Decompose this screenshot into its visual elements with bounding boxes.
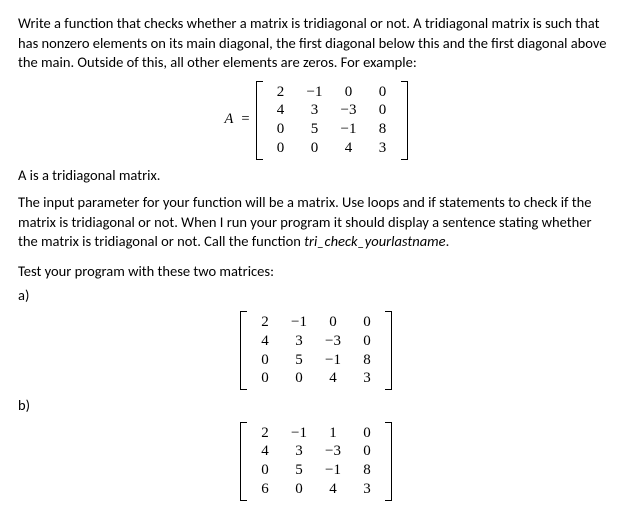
matrix-cell: 0 — [316, 313, 350, 332]
matrix-cell: 0 — [264, 139, 298, 158]
matrix-row: 0 5 −1 8 — [248, 461, 384, 480]
matrix-cell: 2 — [248, 313, 282, 332]
matrix-cell: −3 — [332, 101, 366, 120]
matrix-cell: 4 — [332, 139, 366, 158]
matrix-cell: 0 — [366, 101, 400, 120]
matrix-cell: 1 — [316, 424, 350, 443]
matrix-cell: −1 — [332, 120, 366, 139]
matrix-cell: 3 — [350, 480, 384, 499]
example-matrix: 2 −1 0 0 4 3 −3 0 0 5 −1 8 0 0 4 3 — [256, 81, 408, 160]
matrix-b-block: 2 −1 1 0 4 3 −3 0 0 5 −1 8 6 0 4 3 — [18, 422, 614, 501]
matrix-cell: 2 — [264, 83, 298, 102]
matrix-cell: 8 — [350, 461, 384, 480]
matrix-row: 0 5 −1 8 — [248, 351, 384, 370]
matrix-cell: −1 — [298, 83, 332, 102]
matrix-cell: −3 — [316, 442, 350, 461]
matrix-cell: 0 — [264, 120, 298, 139]
matrix-cell: −3 — [316, 332, 350, 351]
matrix-label: A — [224, 110, 233, 130]
matrix-row: 0 5 −1 8 — [264, 120, 400, 139]
matrix-cell: 3 — [366, 139, 400, 158]
part-b-label: b) — [18, 396, 614, 416]
matrix-row: 0 0 4 3 — [248, 369, 384, 388]
matrix-cell: 0 — [350, 424, 384, 443]
matrix-row: 4 3 −3 0 — [264, 101, 400, 120]
statement-text: A is a tridiagonal matrix. — [18, 166, 614, 186]
function-name: tri_check_yourlastname — [304, 232, 445, 250]
matrix-cell: −1 — [282, 313, 316, 332]
part-a-label: a) — [18, 286, 614, 306]
matrix-cell: 3 — [298, 101, 332, 120]
matrix-cell: 0 — [366, 83, 400, 102]
matrix-a: 2 −1 0 0 4 3 −3 0 0 5 −1 8 0 0 4 3 — [240, 311, 392, 390]
matrix-cell: 8 — [366, 120, 400, 139]
test-heading: Test your program with these two matrice… — [18, 262, 614, 282]
matrix-cell: −1 — [282, 424, 316, 443]
matrix-cell: 0 — [248, 461, 282, 480]
matrix-cell: 4 — [316, 480, 350, 499]
matrix-cell: 0 — [282, 480, 316, 499]
matrix-row: 2 −1 0 0 — [264, 83, 400, 102]
matrix-cell: 0 — [298, 139, 332, 158]
matrix-cell: 4 — [248, 332, 282, 351]
matrix-cell: 5 — [282, 351, 316, 370]
matrix-a-block: 2 −1 0 0 4 3 −3 0 0 5 −1 8 0 0 4 3 — [18, 311, 614, 390]
body-text: The input parameter for your function wi… — [18, 193, 614, 252]
matrix-cell: 4 — [264, 101, 298, 120]
matrix-row: 4 3 −3 0 — [248, 332, 384, 351]
matrix-cell: 3 — [350, 369, 384, 388]
matrix-row: 0 0 4 3 — [264, 139, 400, 158]
matrix-cell: 0 — [248, 351, 282, 370]
matrix-cell: 0 — [332, 83, 366, 102]
intro-text: Write a function that checks whether a m… — [18, 14, 614, 73]
example-matrix-block: A = 2 −1 0 0 4 3 −3 0 0 5 −1 8 0 0 4 3 — [18, 81, 614, 160]
equals-sign: = — [241, 110, 249, 130]
matrix-cell: 0 — [350, 313, 384, 332]
matrix-cell: 8 — [350, 351, 384, 370]
matrix-cell: 0 — [248, 369, 282, 388]
matrix-b: 2 −1 1 0 4 3 −3 0 0 5 −1 8 6 0 4 3 — [240, 422, 392, 501]
matrix-cell: 0 — [350, 332, 384, 351]
matrix-cell: 2 — [248, 424, 282, 443]
matrix-cell: 5 — [298, 120, 332, 139]
matrix-cell: 0 — [350, 442, 384, 461]
matrix-row: 6 0 4 3 — [248, 480, 384, 499]
matrix-cell: 4 — [316, 369, 350, 388]
matrix-row: 2 −1 0 0 — [248, 313, 384, 332]
body-end: . — [446, 232, 450, 250]
matrix-cell: −1 — [316, 461, 350, 480]
matrix-cell: 4 — [248, 442, 282, 461]
matrix-row: 2 −1 1 0 — [248, 424, 384, 443]
matrix-row: 4 3 −3 0 — [248, 442, 384, 461]
matrix-cell: 3 — [282, 332, 316, 351]
matrix-cell: 3 — [282, 442, 316, 461]
matrix-cell: 5 — [282, 461, 316, 480]
matrix-cell: −1 — [316, 351, 350, 370]
matrix-cell: 0 — [282, 369, 316, 388]
matrix-cell: 6 — [248, 480, 282, 499]
